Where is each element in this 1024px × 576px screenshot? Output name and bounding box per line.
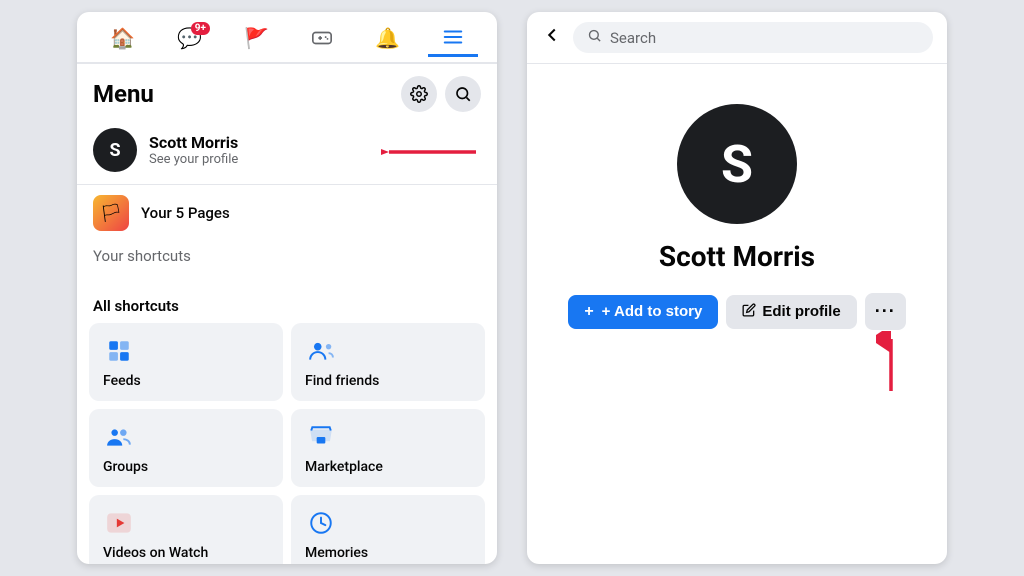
pages-row[interactable]: 🏳 Your 5 Pages (77, 184, 497, 241)
shortcut-feeds[interactable]: Feeds (89, 323, 283, 401)
memories-icon (305, 507, 337, 539)
right-panel: Search S Scott Morris + + Add to story E… (527, 12, 947, 564)
annotation-arrow-up (876, 331, 906, 400)
groups-icon (103, 421, 135, 453)
feeds-label: Feeds (103, 373, 269, 389)
shortcut-memories[interactable]: Memories (291, 495, 485, 564)
profile-full-name: Scott Morris (659, 240, 815, 273)
search-button[interactable] (445, 76, 481, 112)
shortcut-marketplace[interactable]: Marketplace (291, 409, 485, 487)
shortcuts-spacer (77, 267, 497, 291)
nav-menu[interactable] (428, 26, 478, 57)
shortcut-groups[interactable]: Groups (89, 409, 283, 487)
menu-title: Menu (93, 80, 154, 108)
pages-icon: 🏳 (93, 195, 129, 231)
profile-text: Scott Morris See your profile (149, 133, 238, 167)
edit-profile-button[interactable]: Edit profile (726, 295, 856, 329)
search-input-wrap[interactable]: Search (573, 22, 933, 53)
all-shortcuts-header: All shortcuts (77, 291, 497, 323)
more-options-button[interactable]: ··· (865, 293, 906, 330)
search-input[interactable]: Search (610, 29, 656, 47)
menu-header: Menu (77, 64, 497, 120)
search-icon (587, 28, 602, 47)
groups-label: Groups (103, 459, 269, 475)
nav-home[interactable]: 🏠 (96, 26, 149, 56)
shortcut-find-friends[interactable]: Find friends (291, 323, 485, 401)
profile-avatar: S (93, 128, 137, 172)
back-button[interactable] (541, 24, 563, 51)
marketplace-icon (305, 421, 337, 453)
shortcuts-header: Your shortcuts (77, 241, 497, 267)
profile-content: S Scott Morris + + Add to story Edit pro… (527, 64, 947, 564)
marketplace-label: Marketplace (305, 459, 471, 475)
nav-bell[interactable]: 🔔 (361, 26, 414, 56)
left-panel: 🏠 💬 9+ 🚩 🔔 Menu S Scott M (77, 12, 497, 564)
nav-gaming[interactable] (297, 27, 347, 55)
add-story-icon: + (584, 303, 593, 321)
pencil-icon (742, 303, 756, 321)
videos-icon (103, 507, 135, 539)
add-to-story-button[interactable]: + + Add to story (568, 295, 718, 329)
shortcut-videos-on-watch[interactable]: Videos on Watch (89, 495, 283, 564)
search-bar: Search (527, 12, 947, 64)
profile-subtitle: See your profile (149, 152, 238, 167)
settings-button[interactable] (401, 76, 437, 112)
find-friends-label: Find friends (305, 373, 471, 389)
profile-row[interactable]: S Scott Morris See your profile (77, 120, 497, 184)
edit-profile-label: Edit profile (762, 303, 840, 320)
find-friends-icon (305, 335, 337, 367)
more-icon: ··· (875, 301, 896, 322)
memories-label: Memories (305, 545, 471, 561)
nav-flag[interactable]: 🚩 (230, 26, 283, 56)
profile-name: Scott Morris (149, 133, 238, 152)
feeds-icon (103, 335, 135, 367)
messenger-badge: 9+ (191, 22, 210, 35)
pages-label: Your 5 Pages (141, 204, 230, 222)
menu-icons (401, 76, 481, 112)
action-buttons: + + Add to story Edit profile ··· (568, 293, 905, 330)
videos-label: Videos on Watch (103, 545, 269, 561)
nav-messenger[interactable]: 💬 9+ (163, 26, 216, 56)
shortcuts-grid: Feeds Find friends Groups Marketplace Vi (77, 323, 497, 564)
annotation-arrow-left (381, 138, 481, 166)
nav-bar: 🏠 💬 9+ 🚩 🔔 (77, 12, 497, 64)
profile-avatar-large: S (677, 104, 797, 224)
